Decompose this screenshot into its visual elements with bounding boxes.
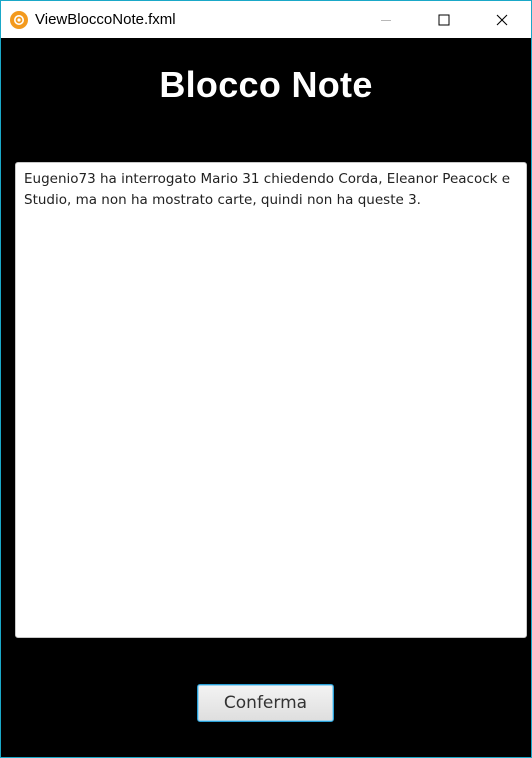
app-logo-icon: [10, 10, 28, 29]
close-icon: [496, 14, 508, 25]
maximize-button[interactable]: [415, 1, 473, 38]
main-content: Blocco Note Eugenio73 ha interrogato Mar…: [1, 38, 531, 757]
title-bar[interactable]: ViewBloccoNote.fxml: [1, 1, 531, 38]
notes-textarea[interactable]: Eugenio73 ha interrogato Mario 31 chiede…: [15, 162, 527, 638]
minimize-button[interactable]: [357, 1, 415, 38]
minimize-icon: [381, 19, 391, 21]
app-window: ViewBloccoNote.fxml Blocco Note Eugenio7…: [0, 0, 532, 758]
close-button[interactable]: [473, 1, 531, 38]
confirm-button[interactable]: Conferma: [197, 684, 334, 722]
page-title: Blocco Note: [159, 64, 373, 105]
window-title: ViewBloccoNote.fxml: [35, 11, 176, 28]
maximize-icon: [438, 14, 450, 25]
window-controls: [357, 1, 531, 38]
